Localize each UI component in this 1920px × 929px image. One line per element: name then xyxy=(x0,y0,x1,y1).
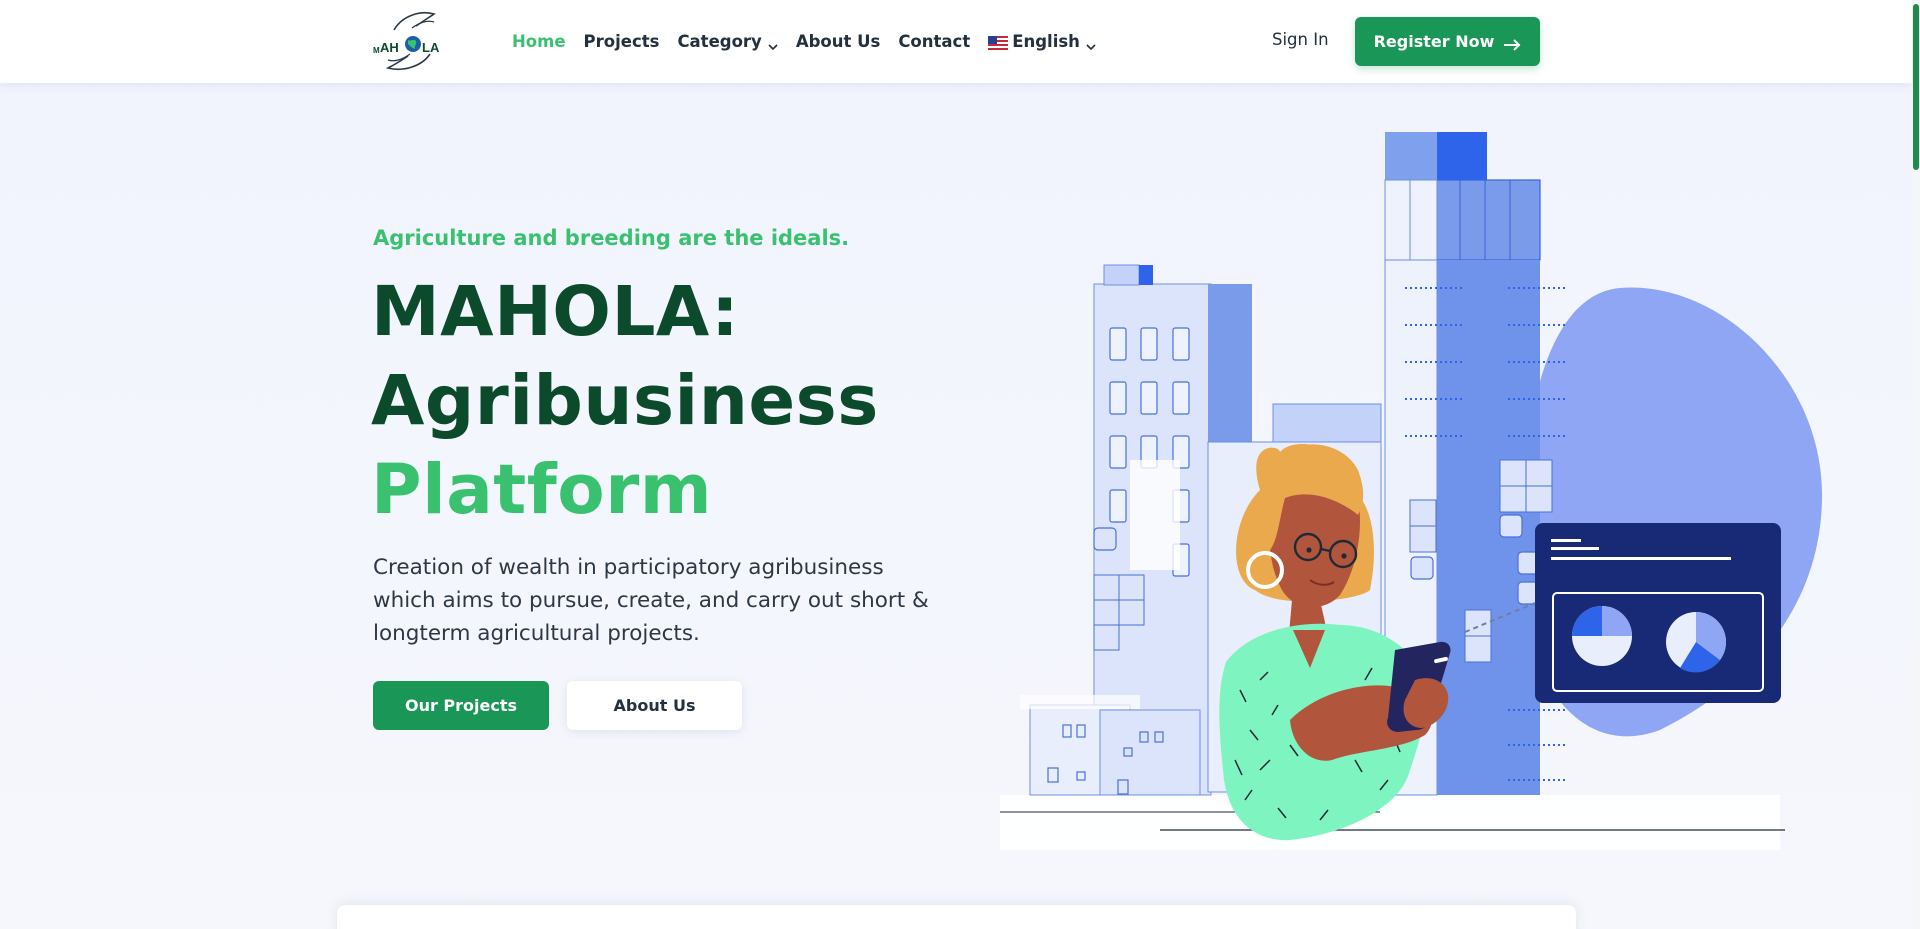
site-header: M AH LA Home Projects Category About Us … xyxy=(0,0,1912,83)
sign-in-link[interactable]: Sign In xyxy=(1272,30,1329,49)
hero-illustration xyxy=(960,120,1830,860)
register-now-button[interactable]: Register Now xyxy=(1355,17,1540,66)
register-now-label: Register Now xyxy=(1373,32,1495,51)
page-scrollbar-thumb[interactable] xyxy=(1913,4,1919,170)
svg-text:LA: LA xyxy=(422,40,440,55)
language-selector[interactable]: English xyxy=(988,32,1096,51)
nav-contact[interactable]: Contact xyxy=(898,32,970,51)
hero-title-line2: Agribusiness xyxy=(371,361,879,441)
content-card xyxy=(337,905,1576,929)
nav-category[interactable]: Category xyxy=(677,32,778,51)
hero-description: Creation of wealth in participatory agri… xyxy=(373,555,929,646)
about-us-button[interactable]: About Us xyxy=(567,681,742,730)
nav-about-us[interactable]: About Us xyxy=(796,32,881,51)
hero-title-line3: Platform xyxy=(371,450,713,530)
hero-title: MAHOLA: Agribusiness Platform xyxy=(371,268,879,535)
chevron-down-icon xyxy=(768,37,778,50)
main-nav: Home Projects Category About Us Contact xyxy=(512,0,1114,83)
mahola-logo[interactable]: M AH LA xyxy=(372,8,452,74)
hero-title-line1: MAHOLA: xyxy=(371,272,740,352)
svg-text:M: M xyxy=(373,46,380,55)
nav-category-label: Category xyxy=(677,32,762,51)
our-projects-button[interactable]: Our Projects xyxy=(373,681,549,730)
us-flag-icon xyxy=(988,35,1009,50)
hero-tagline: Agriculture and breeding are the ideals. xyxy=(373,226,850,250)
arrow-right-icon xyxy=(1503,36,1521,51)
chevron-down-icon xyxy=(1086,37,1096,50)
nav-home[interactable]: Home xyxy=(512,32,566,51)
nav-projects[interactable]: Projects xyxy=(584,32,660,51)
language-label: English xyxy=(1012,32,1080,51)
svg-text:AH: AH xyxy=(380,40,399,55)
